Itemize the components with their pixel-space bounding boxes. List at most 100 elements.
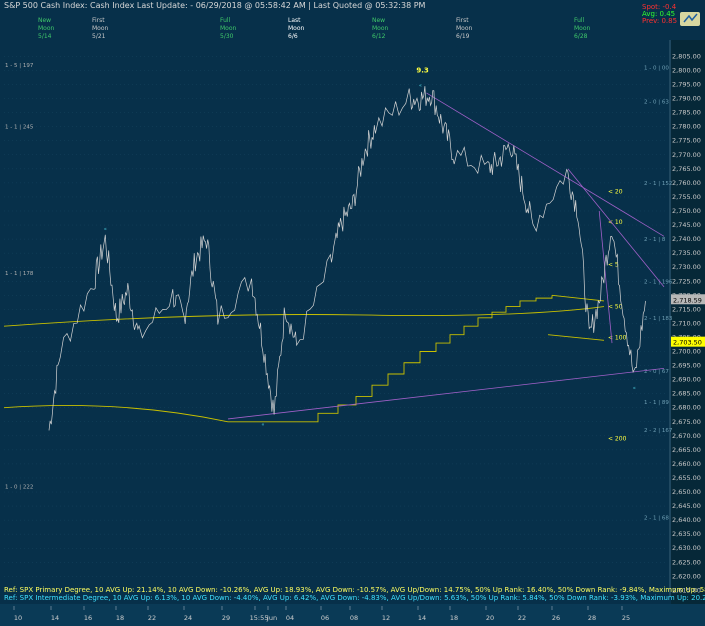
moon-date-label: 6/28 — [574, 33, 588, 40]
ma-label: < 100 — [608, 334, 627, 341]
left-degree-label: 1 - 0 | 222 — [5, 484, 33, 490]
y-tick-label: 2,625.00 — [672, 558, 701, 566]
moon-phase-label: Full — [220, 17, 231, 24]
y-tick-label: 2,780.00 — [672, 123, 701, 131]
y-tick-label: 2,725.00 — [672, 277, 701, 285]
pivot-marker: « — [104, 226, 107, 232]
moon-date-label: 6/12 — [372, 33, 386, 40]
x-tick-label: 12 — [382, 614, 390, 622]
y-tick-label: 2,785.00 — [672, 109, 701, 117]
moon-word-label: Moon — [220, 25, 237, 32]
y-tick-label: 2,740.00 — [672, 235, 701, 243]
moon-phase-label: New — [372, 17, 385, 24]
y-tick-label: 2,730.00 — [672, 263, 701, 271]
gann-level-label: 1 - 1 | 89 — [644, 400, 669, 406]
pivot-marker: « — [419, 83, 422, 89]
chart-svg[interactable]: S&P 500 Cash Index: Cash Index Last Upda… — [0, 0, 705, 626]
x-tick-label: 18 — [116, 614, 124, 622]
moon-word-label: Moon — [574, 25, 591, 32]
pivot-marker: « — [261, 422, 264, 428]
y-tick-label: 2,680.00 — [672, 404, 701, 412]
y-tick-label: 2,645.00 — [672, 502, 701, 510]
y-tick-label: 2,630.00 — [672, 544, 701, 552]
status-line: Prev: 0.85 — [642, 17, 677, 25]
x-axis: 10 14 16 18 22 24 29 15:55Jun 04 06 08 12 14 18 20 22 26… — [0, 604, 705, 626]
x-tick-label: 08 — [350, 614, 358, 622]
y-tick-label: 2,650.00 — [672, 488, 701, 496]
ma-label: < 5 — [608, 261, 619, 268]
gann-level-label: 2 - 1 | 68 — [644, 515, 669, 521]
x-tick-label: 16 — [84, 614, 92, 622]
x-tick-label: 04 — [286, 614, 294, 622]
moon-word-label: Moon — [38, 25, 55, 32]
moon-date-label: 5/30 — [220, 33, 234, 40]
moon-phase-label: Full — [574, 17, 585, 24]
y-tick-label: 2,665.00 — [672, 446, 701, 454]
ma-label: < 200 — [608, 436, 627, 443]
x-tick-label: 10 — [14, 614, 22, 622]
moon-word-label: Moon — [456, 25, 473, 32]
gann-level-label: 2 - 1 | 8 — [644, 237, 666, 243]
gann-level-label: 1 - 0 | 00 — [644, 66, 669, 72]
moon-date-label: 6/6 — [288, 33, 298, 40]
x-tick-label: 18 — [450, 614, 458, 622]
y-tick-label: 2,660.00 — [672, 460, 701, 468]
y-tick-label: 2,710.00 — [672, 319, 701, 327]
left-degree-label: 1 - 1 | 245 — [5, 125, 34, 131]
gann-level-label: 2 - 1 | 183 — [644, 316, 673, 322]
moon-date-label: 6/19 — [456, 33, 470, 40]
y-tick-label: 2,670.00 — [672, 432, 701, 440]
y-tick-label: 2,685.00 — [672, 390, 701, 398]
y-tick-label: 2,795.00 — [672, 81, 701, 89]
x-tick-label: 25 — [622, 614, 630, 622]
x-tick-label: 20 — [486, 614, 494, 622]
left-degree-label: 1 - 5 | 197 — [5, 63, 34, 69]
moon-phase-label: First — [456, 17, 469, 24]
x-tick-label: 22 — [518, 614, 526, 622]
gann-level-label: 2 - 2 | 167 — [644, 428, 673, 434]
y-tick-label: 2,755.00 — [672, 193, 701, 201]
ma-label: < 20 — [608, 188, 623, 195]
y-tick-label: 2,760.00 — [672, 179, 701, 187]
y-tick-label: 2,655.00 — [672, 474, 701, 482]
chart-background — [0, 0, 705, 626]
x-tick-label: 22 — [148, 614, 156, 622]
y-tick-label: 2,765.00 — [672, 165, 701, 173]
moon-word-label: Moon — [372, 25, 389, 32]
y-tick-label: 2,735.00 — [672, 249, 701, 257]
moon-word-label: Moon — [288, 25, 305, 32]
footer-stat-line: Ref: SPX Intermediate Degree, 10 AVG Up:… — [4, 594, 705, 602]
moon-date-label: 5/14 — [38, 33, 52, 40]
y-tick-label: 2,640.00 — [672, 516, 701, 524]
y-tick-label: 2,620.00 — [672, 572, 701, 580]
wave-count-label: 9.3 — [416, 66, 429, 74]
y-tick-label: 2,770.00 — [672, 151, 701, 159]
x-tick-label: 29 — [222, 614, 230, 622]
y-tick-label: 2,750.00 — [672, 207, 701, 215]
gann-level-label: 2 - 0 | 63 — [644, 99, 669, 105]
x-tick-label: 28 — [588, 614, 596, 622]
y-tick-label: 2,745.00 — [672, 221, 701, 229]
x-tick-label: 14 — [418, 614, 426, 622]
moon-phase-label: First — [92, 17, 105, 24]
x-tick-label: 15:55 — [250, 614, 269, 622]
moon-date-label: 5/21 — [92, 33, 106, 40]
x-tick-label: Jun — [266, 614, 277, 622]
y-tick-label: 2,700.00 — [672, 348, 701, 356]
gann-level-label: 2 - 1 | 152 — [644, 181, 672, 187]
x-tick-label: 06 — [321, 614, 329, 622]
moon-phase-label: Last — [288, 17, 301, 24]
y-tick-label: 2,690.00 — [672, 376, 701, 384]
y-tick-label: 2,775.00 — [672, 137, 701, 145]
price-box-label: 2,703.50 — [673, 339, 702, 347]
price-labels: 9.3 — [416, 66, 429, 74]
x-tick-label: 14 — [51, 614, 59, 622]
y-tick-label: 2,635.00 — [672, 530, 701, 538]
footer-stats: Ref: SPX Primary Degree, 10 AVG Up: 21.1… — [4, 586, 705, 602]
y-tick-label: 2,695.00 — [672, 362, 701, 370]
chart-window: S&P 500 Cash Index: Cash Index Last Upda… — [0, 0, 705, 626]
y-tick-label: 2,675.00 — [672, 418, 701, 426]
y-tick-label: 2,715.00 — [672, 305, 701, 313]
y-tick-label: 2,805.00 — [672, 52, 701, 60]
y-tick-label: 2,790.00 — [672, 95, 701, 103]
